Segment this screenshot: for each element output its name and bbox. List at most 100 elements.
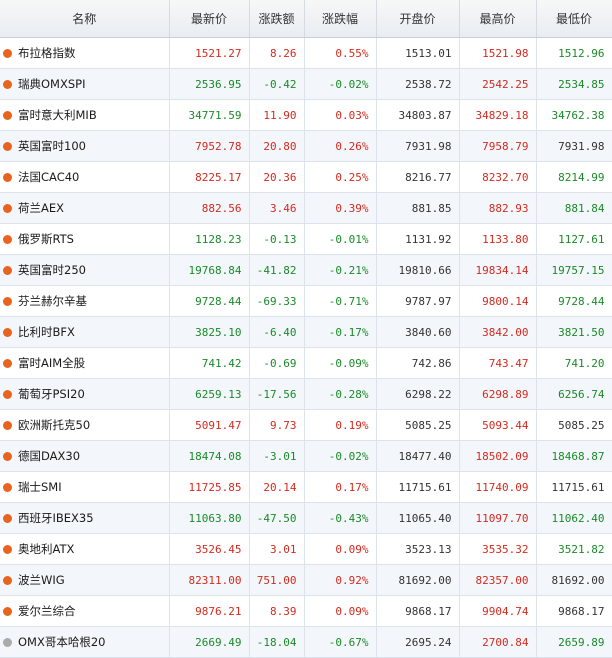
cell-open: 81692.00: [376, 564, 460, 596]
index-name-label[interactable]: 西班牙IBEX35: [18, 511, 94, 525]
cell-index-name[interactable]: 富时AIM全股: [0, 347, 170, 379]
table-row[interactable]: 葡萄牙PSI20 6259.13 -17.56 -0.28% 6298.22 6298.8…: [0, 378, 612, 410]
cell-open: 3523.13: [376, 533, 460, 565]
cell-index-name[interactable]: 荷兰AEX: [0, 192, 170, 224]
cell-index-name[interactable]: 英国富时250: [0, 254, 170, 286]
cell-high: 743.47: [459, 347, 537, 379]
index-name-label[interactable]: 瑞典OMXSPI: [18, 77, 85, 91]
cell-open: 1131.92: [376, 223, 460, 255]
cell-index-name[interactable]: 俄罗斯RTS: [0, 223, 170, 255]
cell-high: 2542.25: [459, 68, 537, 100]
cell-index-name[interactable]: 西班牙IBEX35: [0, 502, 170, 534]
cell-open: 1513.01: [376, 37, 460, 69]
table-row[interactable]: 德国DAX30 18474.08 -3.01 -0.02% 18477.40 18502.…: [0, 440, 612, 472]
cell-change-pct: -0.01%: [304, 223, 377, 255]
status-dot-icon: [3, 576, 12, 585]
cell-change-pct: 0.17%: [304, 471, 377, 503]
table-row[interactable]: 比利时BFX 3825.10 -6.40 -0.17% 3840.60 3842.00 38…: [0, 316, 612, 348]
header-name[interactable]: 名称: [0, 0, 170, 38]
cell-index-name[interactable]: 富时意大利MIB: [0, 99, 170, 131]
cell-change-pct: -0.43%: [304, 502, 377, 534]
cell-last-price: 9876.21: [169, 595, 250, 627]
header-high[interactable]: 最高价: [459, 0, 537, 38]
index-name-label[interactable]: 布拉格指数: [18, 46, 76, 60]
index-name-label[interactable]: 波兰WIG: [18, 573, 65, 587]
header-low[interactable]: 最低价: [536, 0, 612, 38]
cell-index-name[interactable]: 奥地利ATX: [0, 533, 170, 565]
table-row[interactable]: 瑞典OMXSPI 2536.95 -0.42 -0.02% 2538.72 2542.25…: [0, 68, 612, 100]
cell-high: 6298.89: [459, 378, 537, 410]
cell-last-price: 1128.23: [169, 223, 250, 255]
index-name-label[interactable]: 法国CAC40: [18, 170, 79, 184]
table-row[interactable]: 爱尔兰综合 9876.21 8.39 0.09% 9868.17 9904.74 9868.…: [0, 595, 612, 627]
index-name-label[interactable]: 芬兰赫尔辛基: [18, 294, 87, 308]
cell-open: 8216.77: [376, 161, 460, 193]
index-name-label[interactable]: 俄罗斯RTS: [18, 232, 74, 246]
index-name-label[interactable]: 比利时BFX: [18, 325, 75, 339]
table-row[interactable]: 波兰WIG 82311.00 751.00 0.92% 81692.00 82357.00…: [0, 564, 612, 596]
table-row[interactable]: 法国CAC40 8225.17 20.36 0.25% 8216.77 8232.70 82…: [0, 161, 612, 193]
header-change[interactable]: 涨跌额: [249, 0, 305, 38]
index-name-label[interactable]: 英国富时250: [18, 263, 86, 277]
index-name-label[interactable]: 英国富时100: [18, 139, 86, 153]
cell-low: 11062.40: [536, 502, 612, 534]
table-header-row: 名称 最新价 涨跌额 涨跌幅 开盘价 最高价 最低价: [0, 0, 612, 38]
table-row[interactable]: 英国富时100 7952.78 20.80 0.26% 7931.98 7958.79 79…: [0, 130, 612, 162]
cell-index-name[interactable]: 英国富时100: [0, 130, 170, 162]
status-dot-icon: [3, 173, 12, 182]
index-name-label[interactable]: 德国DAX30: [18, 449, 80, 463]
cell-low: 81692.00: [536, 564, 612, 596]
cell-change: -0.42: [249, 68, 305, 100]
cell-index-name[interactable]: 比利时BFX: [0, 316, 170, 348]
cell-open: 6298.22: [376, 378, 460, 410]
cell-high: 7958.79: [459, 130, 537, 162]
cell-index-name[interactable]: 芬兰赫尔辛基: [0, 285, 170, 317]
table-row[interactable]: 富时意大利MIB 34771.59 11.90 0.03% 34803.87 34829.…: [0, 99, 612, 131]
table-row[interactable]: 芬兰赫尔辛基 9728.44 -69.33 -0.71% 9787.97 9800.14 9…: [0, 285, 612, 317]
index-name-label[interactable]: OMX哥本哈根20: [18, 635, 106, 649]
index-name-label[interactable]: 富时意大利MIB: [18, 108, 97, 122]
cell-change: -0.69: [249, 347, 305, 379]
cell-low: 1512.96: [536, 37, 612, 69]
table-row[interactable]: 俄罗斯RTS 1128.23 -0.13 -0.01% 1131.92 1133.80 11…: [0, 223, 612, 255]
cell-open: 9868.17: [376, 595, 460, 627]
index-name-label[interactable]: 荷兰AEX: [18, 201, 64, 215]
table-row[interactable]: 瑞士SMI 11725.85 20.14 0.17% 11715.61 11740.09 1…: [0, 471, 612, 503]
index-name-label[interactable]: 欧洲斯托克50: [18, 418, 90, 432]
cell-high: 11097.70: [459, 502, 537, 534]
cell-change: -3.01: [249, 440, 305, 472]
cell-index-name[interactable]: 法国CAC40: [0, 161, 170, 193]
table-row[interactable]: 欧洲斯托克50 5091.47 9.73 0.19% 5085.25 5093.44 508…: [0, 409, 612, 441]
cell-last-price: 8225.17: [169, 161, 250, 193]
header-open[interactable]: 开盘价: [376, 0, 460, 38]
cell-open: 11715.61: [376, 471, 460, 503]
cell-high: 5093.44: [459, 409, 537, 441]
index-name-label[interactable]: 瑞士SMI: [18, 480, 62, 494]
cell-index-name[interactable]: 葡萄牙PSI20: [0, 378, 170, 410]
table-row[interactable]: 英国富时250 19768.84 -41.82 -0.21% 19810.66 19834…: [0, 254, 612, 286]
cell-index-name[interactable]: 瑞典OMXSPI: [0, 68, 170, 100]
index-name-label[interactable]: 葡萄牙PSI20: [18, 387, 85, 401]
cell-index-name[interactable]: 德国DAX30: [0, 440, 170, 472]
table-row[interactable]: 富时AIM全股 741.42 -0.69 -0.09% 742.86 743.47 741.…: [0, 347, 612, 379]
cell-index-name[interactable]: 爱尔兰综合: [0, 595, 170, 627]
cell-index-name[interactable]: 布拉格指数: [0, 37, 170, 69]
index-name-label[interactable]: 爱尔兰综合: [18, 604, 76, 618]
table-row[interactable]: 西班牙IBEX35 11063.80 -47.50 -0.43% 11065.40 110…: [0, 502, 612, 534]
cell-change: 3.46: [249, 192, 305, 224]
cell-index-name[interactable]: 瑞士SMI: [0, 471, 170, 503]
table-row[interactable]: 奥地利ATX 3526.45 3.01 0.09% 3523.13 3535.32 3521…: [0, 533, 612, 565]
cell-change-pct: -0.21%: [304, 254, 377, 286]
index-name-label[interactable]: 奥地利ATX: [18, 542, 74, 556]
cell-index-name[interactable]: 波兰WIG: [0, 564, 170, 596]
index-name-label[interactable]: 富时AIM全股: [18, 356, 85, 370]
table-row[interactable]: 布拉格指数 1521.27 8.26 0.55% 1513.01 1521.98 1512.…: [0, 37, 612, 69]
cell-low: 881.84: [536, 192, 612, 224]
cell-index-name[interactable]: 欧洲斯托克50: [0, 409, 170, 441]
cell-change-pct: -0.02%: [304, 68, 377, 100]
index-quote-table: 名称 最新价 涨跌额 涨跌幅 开盘价 最高价 最低价 布拉格指数 1521.27 8…: [0, 0, 612, 658]
header-change-pct[interactable]: 涨跌幅: [304, 0, 377, 38]
table-row[interactable]: 荷兰AEX 882.56 3.46 0.39% 881.85 882.93 881.84: [0, 192, 612, 224]
header-last-price[interactable]: 最新价: [169, 0, 250, 38]
status-dot-icon: [3, 266, 12, 275]
